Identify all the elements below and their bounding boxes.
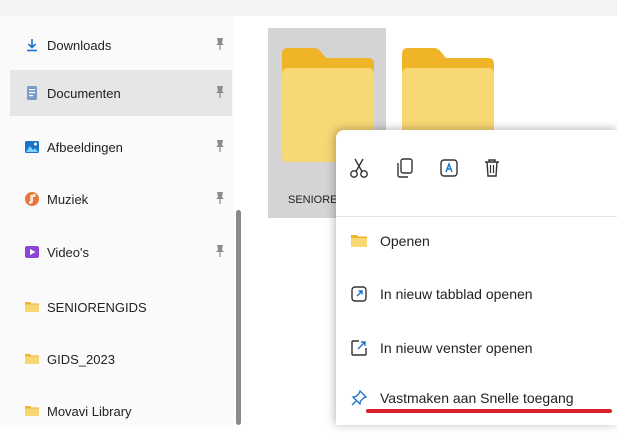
folder-icon — [25, 406, 39, 416]
sidebar-item-seniorengids[interactable]: SENIORENGIDS — [10, 284, 232, 330]
pin-icon[interactable] — [214, 85, 226, 99]
highlight-underline — [366, 409, 612, 413]
menu-item-label: Vastmaken aan Snelle toegang — [380, 390, 574, 406]
window-top-edge — [0, 0, 617, 16]
pictures-icon — [25, 141, 39, 153]
menu-item-open-new-window[interactable]: In nieuw venster openen — [350, 333, 533, 363]
sidebar-item-gids-2023[interactable]: GIDS_2023 — [10, 336, 232, 382]
document-icon — [27, 86, 37, 100]
download-icon — [27, 39, 37, 52]
menu-item-openen[interactable]: Openen — [350, 226, 430, 256]
menu-item-label: In nieuw tabblad openen — [380, 286, 533, 302]
new-window-icon — [351, 340, 367, 356]
sidebar-item-label: Video's — [47, 244, 89, 260]
pin-icon[interactable] — [214, 244, 226, 258]
navigation-scrollbar[interactable] — [236, 210, 241, 425]
folder-icon — [25, 354, 39, 364]
pin-icon[interactable] — [214, 37, 226, 51]
cut-icon[interactable] — [348, 156, 370, 180]
folder-icon — [25, 302, 39, 312]
rename-icon[interactable] — [438, 156, 460, 180]
sidebar-item-label: Movavi Library — [47, 403, 132, 419]
video-icon — [25, 246, 39, 258]
sidebar-item-downloads[interactable]: Downloads — [10, 22, 232, 68]
menu-item-label: Openen — [380, 233, 430, 249]
sidebar-item-videos[interactable]: Video's — [10, 229, 232, 275]
sidebar-item-muziek[interactable]: Muziek — [10, 176, 232, 222]
sidebar-item-label: SENIORENGIDS — [47, 299, 147, 315]
sidebar-item-label: Muziek — [47, 191, 89, 207]
pin-icon[interactable] — [214, 191, 226, 205]
sidebar-item-documenten[interactable]: Documenten — [10, 70, 232, 116]
context-menu: Openen In nieuw tabblad openen In nieuw … — [336, 130, 617, 425]
sidebar-item-movavi-library[interactable]: Movavi Library — [10, 388, 232, 434]
sidebar-item-label: Afbeeldingen — [47, 139, 123, 155]
pin-icon — [351, 389, 368, 406]
copy-icon[interactable] — [394, 156, 416, 180]
new-tab-icon — [351, 286, 367, 302]
sidebar-item-label: Downloads — [47, 37, 112, 53]
delete-icon[interactable] — [481, 156, 503, 180]
folder-icon — [351, 235, 367, 247]
folder-label: SENIORE — [288, 194, 338, 206]
pin-icon[interactable] — [214, 139, 226, 153]
sidebar-item-afbeeldingen[interactable]: Afbeeldingen — [10, 124, 232, 170]
navigation-pane: Downloads Documenten Afbeeldingen Muziek… — [0, 16, 234, 425]
menu-item-open-new-tab[interactable]: In nieuw tabblad openen — [350, 279, 533, 309]
menu-item-label: In nieuw venster openen — [380, 340, 533, 356]
music-icon — [25, 192, 39, 206]
sidebar-item-label: Documenten — [47, 85, 121, 101]
context-menu-divider — [336, 216, 617, 217]
sidebar-item-label: GIDS_2023 — [47, 351, 115, 367]
